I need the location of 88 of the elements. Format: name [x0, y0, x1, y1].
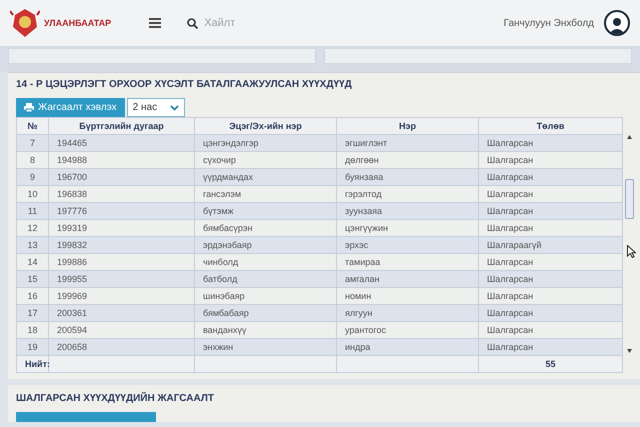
table-cell: 16 — [16, 288, 48, 304]
table-cell: 197776 — [48, 202, 194, 220]
table-cell: буянзаяа — [336, 168, 478, 186]
chevron-down-icon — [170, 104, 179, 110]
table-cell: батболд — [194, 270, 336, 288]
table-cell: амгалан — [336, 270, 478, 288]
table-cell: Шалгарсан — [478, 186, 622, 202]
table-cell: бямбабаяр — [194, 304, 336, 322]
table-cell: Шалгарсан — [478, 288, 622, 304]
table-cell: 199319 — [48, 220, 194, 236]
column-header: Эцэг/Эх-ийн нэр — [194, 118, 336, 134]
table-cell: индра — [336, 338, 478, 356]
table-cell: ванданхүү — [194, 322, 336, 338]
column-header: Бүртгэлийн дугаар — [48, 118, 194, 134]
section-title: ШАЛГАРСАН ХҮҮХДҮҮДИЙН ЖАГСААЛТ — [16, 393, 215, 404]
scroll-up-icon[interactable] — [627, 135, 632, 139]
table-cell: 199955 — [48, 270, 194, 288]
table-cell: 12 — [16, 220, 48, 236]
table-cell: 18 — [16, 322, 48, 338]
table-cell: шинэбаяр — [194, 288, 336, 304]
table-cell: 199969 — [48, 288, 194, 304]
search-field[interactable]: Хайлт — [202, 16, 326, 30]
table-cell: гэрэлтод — [336, 186, 478, 202]
table-cell: эрхэс — [336, 236, 478, 254]
table-cell: 194465 — [48, 134, 194, 152]
table-cell: Шалгарсан — [478, 254, 622, 270]
search-icon — [187, 18, 198, 28]
table-cell: 194988 — [48, 152, 194, 168]
table-cell: 200361 — [48, 304, 194, 322]
table-cell: бүтэмж — [194, 202, 336, 220]
table-cell: Шалгарсан — [478, 168, 622, 186]
table-cell: эгшиглэнт — [336, 134, 478, 152]
table-cell: чинболд — [194, 254, 336, 270]
section-title: 14 - Р ЦЭЦЭРЛЭГТ ОРХООР ХҮСЭЛТ БАТАЛГААЖУУЛСАН ХҮҮХДҮҮД — [16, 79, 353, 90]
printer-icon — [24, 103, 34, 112]
table-cell: ялгуун — [336, 304, 478, 322]
total-label: Нийт: — [16, 356, 48, 372]
table-cell: 199886 — [48, 254, 194, 270]
table-cell: Шалгарсан — [478, 322, 622, 338]
table-cell: 13 — [16, 236, 48, 254]
table-cell: бямбасүрэн — [194, 220, 336, 236]
total-value: 55 — [478, 356, 622, 372]
user-name: Ганчулуун Энхболд — [504, 18, 594, 28]
avatar-icon[interactable] — [604, 10, 630, 36]
table-cell: сүхочир — [194, 152, 336, 168]
table-cell: цэнгүүжин — [336, 220, 478, 236]
table-cell: 200594 — [48, 322, 194, 338]
cursor-icon — [627, 245, 636, 258]
table-cell: Шалгарсан — [478, 220, 622, 236]
column-header: Төлөв — [478, 118, 622, 134]
age-select[interactable]: 2 нас — [126, 98, 185, 117]
table-cell: гансэлэм — [194, 186, 336, 202]
table-cell: 196700 — [48, 168, 194, 186]
table-cell: зуунзаяа — [336, 202, 478, 220]
table-cell: энхжин — [194, 338, 336, 356]
table-cell: 199832 — [48, 236, 194, 254]
emblem-icon — [10, 7, 40, 39]
scroll-down-icon[interactable] — [627, 349, 632, 353]
table-cell: 14 — [16, 254, 48, 270]
table-cell: эрдэнэбаяр — [194, 236, 336, 254]
table-cell: 196838 — [48, 186, 194, 202]
table-cell: 8 — [16, 152, 48, 168]
table-cell: Шалгарсан — [478, 304, 622, 322]
table-cell: 10 — [16, 186, 48, 202]
table-cell: 19 — [16, 338, 48, 356]
table-cell: 17 — [16, 304, 48, 322]
table-cell: Шалгарсан — [478, 338, 622, 356]
table-cell: 9 — [16, 168, 48, 186]
table-cell: Шалгараагүй — [478, 236, 622, 254]
column-header: № — [16, 118, 48, 134]
table-cell: үүрдмандах — [194, 168, 336, 186]
table-cell: номин — [336, 288, 478, 304]
table-cell: 200658 — [48, 338, 194, 356]
table-cell: урантогос — [336, 322, 478, 338]
table-cell: 7 — [16, 134, 48, 152]
table-cell: Шалгарсан — [478, 202, 622, 220]
column-header: Нэр — [336, 118, 478, 134]
table-cell: 11 — [16, 202, 48, 220]
table-cell: Шалгарсан — [478, 134, 622, 152]
table-cell: цэнгэндэлгэр — [194, 134, 336, 152]
logo-text: УЛААНБААТАР — [44, 18, 112, 28]
table-cell: Шалгарсан — [478, 152, 622, 168]
table-cell: дөлгөөн — [336, 152, 478, 168]
table-cell: 15 — [16, 270, 48, 288]
table-cell: Шалгарсан — [478, 270, 622, 288]
table-cell: тамираа — [336, 254, 478, 270]
menu-icon[interactable] — [147, 16, 164, 30]
scrollbar-thumb[interactable] — [625, 179, 634, 219]
